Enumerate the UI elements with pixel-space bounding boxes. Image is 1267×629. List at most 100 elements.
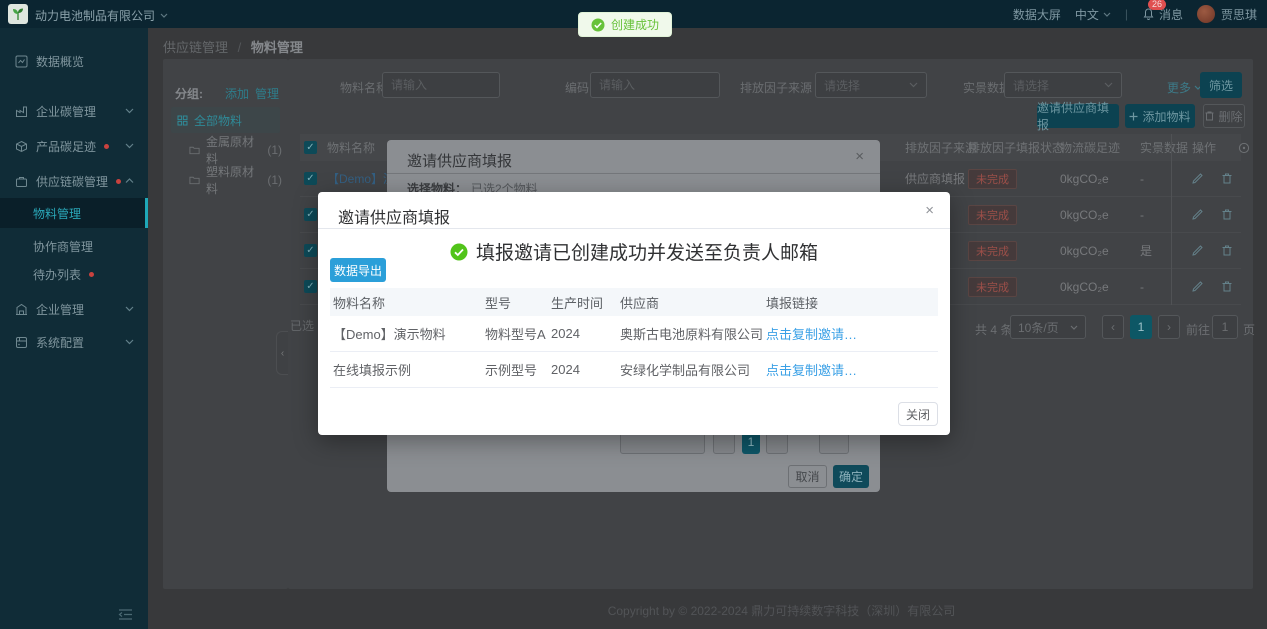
edit-icon[interactable] <box>1192 245 1203 256</box>
close-icon[interactable]: × <box>855 148 864 165</box>
goto-page-input[interactable]: 1 <box>1212 315 1238 339</box>
close-button[interactable]: 关闭 <box>898 402 938 426</box>
close-icon[interactable]: × <box>925 202 934 219</box>
group-item-plastic[interactable]: 塑料原材料 (1) <box>171 167 288 193</box>
col-logistics: 物流碳足迹 <box>1060 139 1120 156</box>
current-page-button[interactable]: 1 <box>1130 315 1152 339</box>
confirm-button[interactable]: 确定 <box>833 465 869 488</box>
status-badge: 未完成 <box>968 241 1017 261</box>
page-unit-label: 页 <box>1243 321 1255 338</box>
sidebar-item-materials[interactable]: 物料管理 <box>0 198 148 228</box>
col-factor-source: 排放因子来源 <box>905 139 977 156</box>
edit-icon[interactable] <box>1192 281 1203 292</box>
edit-icon[interactable] <box>1192 173 1203 184</box>
model-cell: 物料型号A <box>485 324 551 343</box>
group-item-count: (1) <box>267 173 282 187</box>
sidebar-label: 企业碳管理 <box>36 103 96 120</box>
user-name: 贾思琪 <box>1221 6 1257 23</box>
group-manage-link[interactable]: 管理 <box>255 85 279 102</box>
page-size-select[interactable]: 10条/页 <box>1010 315 1086 339</box>
leaf-logo-icon <box>11 7 25 21</box>
trash-icon[interactable] <box>1222 209 1232 220</box>
briefcase-icon <box>15 175 28 188</box>
success-message: 填报邀请已创建成功并发送至负责人邮箱 <box>476 238 818 265</box>
group-item-metal[interactable]: 金属原材料 (1) <box>171 137 288 163</box>
material-name-cell: 在线填报示例 <box>333 360 485 379</box>
selection-hint: 已选 <box>290 317 314 334</box>
sidebar-item-system-config[interactable]: 系统配置 <box>0 327 148 357</box>
messages-button[interactable]: 26 消息 <box>1142 6 1183 23</box>
result-table-row: 【Demo】演示物料 物料型号A 2024 奥斯古电池原料有限公司 点击复制邀请… <box>330 316 938 352</box>
invite-supplier-button[interactable]: 邀请供应商填报 <box>1037 104 1119 128</box>
chevron-up-icon <box>125 178 134 184</box>
logistics-cell: 0kgCO₂e <box>1060 244 1109 258</box>
logistics-cell: 0kgCO₂e <box>1060 280 1109 294</box>
grid-icon <box>177 115 188 126</box>
sidebar-item-supply-chain-carbon[interactable]: 供应链碳管理 <box>0 166 148 196</box>
notification-dot <box>89 272 94 277</box>
factor-source-select[interactable]: 请选择 <box>815 72 927 98</box>
row-checkbox[interactable]: ✓ <box>304 280 317 293</box>
topbar-divider: | <box>1125 7 1128 21</box>
column-settings-icon[interactable] <box>1238 142 1250 154</box>
sidebar-item-partners[interactable]: 协作商管理 <box>0 231 148 261</box>
message-count-badge: 26 <box>1148 0 1166 10</box>
cancel-button[interactable]: 取消 <box>788 465 827 488</box>
chevron-down-icon <box>1103 12 1111 17</box>
select-all-checkbox[interactable]: ✓ <box>304 141 317 154</box>
trash-icon[interactable] <box>1222 173 1232 184</box>
panel-collapse-handle[interactable]: ‹ <box>276 331 288 375</box>
fixed-column-divider <box>1171 134 1172 305</box>
sidebar-item-product-footprint[interactable]: 产品碳足迹 <box>0 131 148 161</box>
delete-button[interactable]: 删除 <box>1203 104 1245 128</box>
filter-name-label: 物料名称 <box>340 79 388 96</box>
sidebar-item-dashboard[interactable]: 数据概览 <box>0 46 148 76</box>
row-checkbox[interactable]: ✓ <box>304 172 317 185</box>
result-table-row: 在线填报示例 示例型号 2024 安绿化学制品有限公司 点击复制邀请… <box>330 352 938 388</box>
filter-button[interactable]: 筛选 <box>1200 72 1242 98</box>
invite-button-label: 邀请供应商填报 <box>1037 99 1119 133</box>
real-data-cell: - <box>1140 280 1144 294</box>
folder-icon <box>189 175 200 185</box>
col-link: 填报链接 <box>766 293 866 312</box>
real-data-cell: - <box>1140 208 1144 222</box>
material-name-input[interactable] <box>382 72 500 98</box>
success-toast: 创建成功 <box>578 12 672 37</box>
group-add-link[interactable]: 添加 <box>225 85 249 102</box>
sidebar-label: 物料管理 <box>33 205 81 222</box>
chevron-down-icon <box>1070 325 1078 330</box>
prev-page-button[interactable]: ‹ <box>1102 315 1124 339</box>
company-logo <box>8 4 28 24</box>
next-page-button[interactable]: › <box>1158 315 1180 339</box>
breadcrumb-parent[interactable]: 供应链管理 <box>163 40 228 55</box>
user-menu[interactable]: 贾思琪 <box>1197 5 1257 23</box>
sidebar-item-todo-list[interactable]: 待办列表 <box>0 259 148 289</box>
trash-icon[interactable] <box>1222 245 1232 256</box>
topbar-right: 数据大屏 中文 | 26 消息 贾思琪 <box>1013 0 1257 28</box>
toast-message: 创建成功 <box>611 16 659 33</box>
col-real-data: 实景数据 <box>1140 139 1188 156</box>
data-screen-link[interactable]: 数据大屏 <box>1013 6 1061 23</box>
copy-invite-link[interactable]: 点击复制邀请… <box>766 360 866 379</box>
data-export-button[interactable]: 数据导出 <box>330 258 386 282</box>
sidebar-collapse-button[interactable] <box>118 608 133 621</box>
copy-invite-link[interactable]: 点击复制邀请… <box>766 324 866 343</box>
trash-icon[interactable] <box>1222 281 1232 292</box>
more-filters-link[interactable]: 更多 <box>1167 79 1202 96</box>
edit-icon[interactable] <box>1192 209 1203 220</box>
real-data-select[interactable]: 请选择 <box>1004 72 1122 98</box>
company-name: 动力电池制品有限公司 <box>35 7 155 24</box>
factory-icon <box>15 105 28 118</box>
code-input[interactable] <box>590 72 720 98</box>
sidebar-item-enterprise-carbon[interactable]: 企业碳管理 <box>0 96 148 126</box>
supplier-cell: 安绿化学制品有限公司 <box>620 360 766 379</box>
breadcrumb-current: 物料管理 <box>251 40 303 55</box>
group-all-materials[interactable]: 全部物料 <box>171 107 280 133</box>
sidebar-item-enterprise-mgmt[interactable]: 企业管理 <box>0 294 148 324</box>
result-modal-title: 邀请供应商填报 <box>338 204 450 228</box>
company-switcher[interactable]: 动力电池制品有限公司 <box>35 7 168 24</box>
add-material-button[interactable]: 添加物料 <box>1125 104 1195 128</box>
language-switcher[interactable]: 中文 <box>1075 6 1111 23</box>
row-checkbox[interactable]: ✓ <box>304 244 317 257</box>
row-checkbox[interactable]: ✓ <box>304 208 317 221</box>
